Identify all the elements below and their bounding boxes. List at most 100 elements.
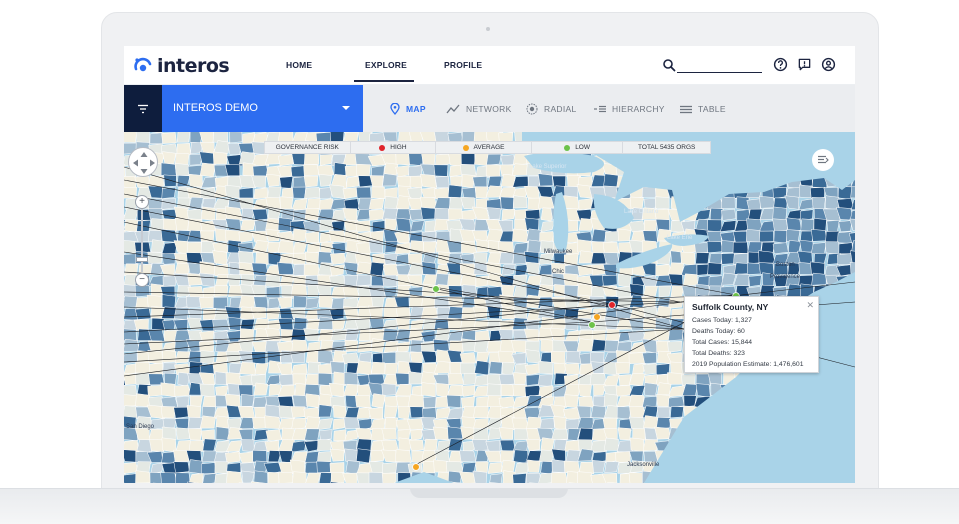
county-shape <box>148 363 164 375</box>
county-shape <box>525 261 540 276</box>
county-shape <box>279 196 294 211</box>
county-shape <box>604 461 620 474</box>
county-shape <box>721 196 736 209</box>
filter-button[interactable] <box>124 85 162 132</box>
county-shape <box>432 426 450 441</box>
county-shape <box>356 448 372 464</box>
county-shape <box>229 132 243 144</box>
county-shape <box>317 439 332 452</box>
county-shape <box>628 239 645 253</box>
legend-item-average[interactable]: AVERAGE <box>436 142 532 153</box>
county-shape <box>472 176 488 188</box>
tab-map[interactable]: MAP <box>390 102 426 116</box>
county-shape <box>395 217 412 233</box>
zoom-slider-handle[interactable] <box>136 257 148 262</box>
county-shape <box>525 349 541 364</box>
county-shape <box>331 242 346 254</box>
zoom-in-button[interactable]: + <box>135 195 149 209</box>
tab-network[interactable]: NETWORK <box>446 102 512 116</box>
interos-logo-icon <box>134 57 152 72</box>
county-shape <box>135 361 152 374</box>
county-shape <box>421 407 437 419</box>
county-shape <box>799 239 814 253</box>
layer-list-button[interactable] <box>812 149 834 171</box>
tab-hierarchy[interactable]: HIERARCHY <box>594 102 665 116</box>
nav-profile[interactable]: PROFILE <box>444 60 482 70</box>
county-shape <box>668 396 685 409</box>
county-shape <box>333 429 347 442</box>
county-shape <box>472 470 488 483</box>
nav-home[interactable]: HOME <box>286 60 312 70</box>
county-shape <box>332 405 347 419</box>
search-input[interactable] <box>677 59 762 73</box>
account-icon[interactable] <box>821 57 836 72</box>
county-shape <box>383 196 399 210</box>
legend-item-high[interactable]: HIGH <box>351 142 437 153</box>
pan-control[interactable] <box>128 147 158 177</box>
county-shape <box>811 272 827 286</box>
brand-logo[interactable]: interos <box>132 53 230 79</box>
county-shape <box>199 415 216 429</box>
county-shape <box>420 382 436 397</box>
organization-marker[interactable] <box>608 301 616 309</box>
county-shape <box>357 340 372 353</box>
county-shape <box>398 437 412 451</box>
county-shape <box>226 470 243 483</box>
county-shape <box>384 218 398 231</box>
map-canvas[interactable]: Lake Superior Lake Ontario Lake Erie Mil… <box>124 132 855 483</box>
close-icon[interactable]: ✕ <box>806 300 814 311</box>
organization-marker[interactable] <box>593 313 601 321</box>
county-shape <box>577 383 592 398</box>
county-shape <box>732 230 748 243</box>
county-shape <box>448 438 464 452</box>
tab-table-label: TABLE <box>698 104 726 114</box>
average-risk-dot <box>462 144 469 151</box>
county-shape <box>733 262 749 275</box>
organization-marker[interactable] <box>412 463 420 471</box>
label-milwaukee: Milwaukee <box>544 249 573 255</box>
county-shape <box>658 285 672 298</box>
legend-title: GOVERNANCE RISK <box>265 142 351 153</box>
county-shape <box>303 263 321 277</box>
county-shape <box>526 438 540 451</box>
county-shape <box>512 473 527 483</box>
county-shape <box>500 196 515 211</box>
county-shape <box>420 307 438 320</box>
county-shape <box>565 350 582 364</box>
organization-select[interactable]: INTEROS DEMO <box>162 85 363 132</box>
county-shape <box>161 349 177 363</box>
organization-marker[interactable] <box>432 285 440 293</box>
search-icon[interactable] <box>662 58 676 72</box>
help-icon[interactable] <box>773 57 788 72</box>
county-shape <box>239 362 256 375</box>
zoom-out-button[interactable]: − <box>135 273 149 287</box>
feedback-icon[interactable] <box>797 57 812 72</box>
county-shape <box>371 186 386 199</box>
county-shape <box>434 176 450 189</box>
county-shape <box>810 229 828 242</box>
county-shape <box>343 371 359 386</box>
county-shape <box>278 374 294 386</box>
county-shape <box>563 460 581 473</box>
county-shape <box>786 229 801 243</box>
tab-radial[interactable]: RADIAL <box>526 102 577 116</box>
county-shape <box>421 152 436 166</box>
county-shape <box>279 176 294 189</box>
county-shape <box>213 285 229 298</box>
legend-item-low[interactable]: LOW <box>532 142 624 153</box>
county-shape <box>291 417 307 430</box>
county-shape <box>253 470 269 483</box>
county-shape <box>292 186 306 199</box>
county-shape <box>303 164 320 177</box>
tooltip-population: 2019 Population Estimate: 1,476,601 <box>692 361 804 368</box>
nav-explore[interactable]: EXPLORE <box>365 60 407 70</box>
county-shape <box>291 363 308 376</box>
network-icon <box>446 104 460 114</box>
county-shape <box>134 308 152 320</box>
laptop-notch <box>410 488 568 498</box>
county-shape <box>485 164 501 178</box>
county-shape <box>370 338 386 353</box>
county-shape <box>124 295 138 308</box>
organization-marker[interactable] <box>588 321 596 329</box>
tab-table[interactable]: TABLE <box>680 102 726 116</box>
